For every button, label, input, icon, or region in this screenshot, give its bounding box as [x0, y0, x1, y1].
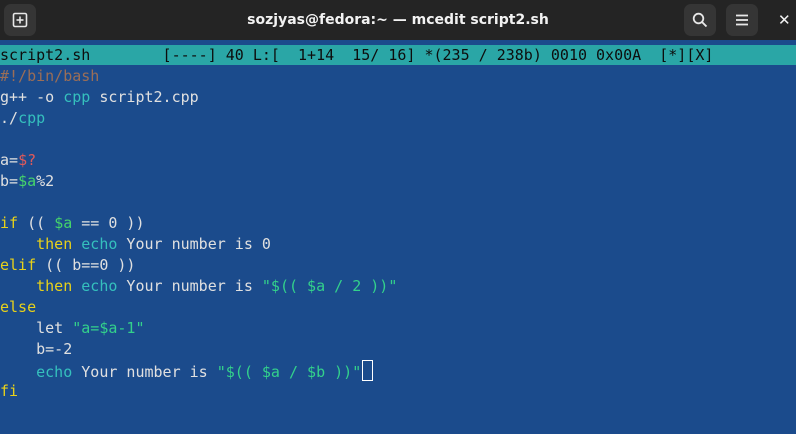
code-token: #!/bin/bash: [0, 67, 100, 85]
code-token: == 0 )): [72, 214, 145, 232]
code-token: b=: [0, 172, 19, 190]
code-token: else: [0, 298, 37, 316]
code-token: $?: [18, 151, 37, 169]
code-token: cpp: [63, 88, 91, 106]
code-token: (( b==0 )): [36, 256, 136, 274]
code-line[interactable]: let "a=$a-1": [0, 318, 796, 339]
search-icon: [692, 12, 708, 28]
code-token: let: [0, 319, 73, 337]
code-line[interactable]: g++ -o cpp script2.cpp: [0, 87, 796, 108]
code-line[interactable]: echo Your number is "$(( $a / $b ))": [0, 360, 796, 381]
code-token: g++ -o: [0, 88, 64, 106]
code-line[interactable]: [0, 129, 796, 150]
window-titlebar: sozjyas@fedora:~ — mcedit script2.sh ✕: [0, 0, 796, 40]
code-line[interactable]: then echo Your number is 0: [0, 234, 796, 255]
code-token: then: [36, 277, 73, 295]
code-line[interactable]: then echo Your number is "$(( $a / 2 ))": [0, 276, 796, 297]
code-line[interactable]: ./cpp: [0, 108, 796, 129]
code-token: Your number is: [72, 363, 217, 381]
code-token: echo: [36, 363, 73, 381]
window-title: sozjyas@fedora:~ — mcedit script2.sh: [247, 12, 549, 28]
code-token: Your number is: [117, 277, 262, 295]
code-line[interactable]: [0, 192, 796, 213]
code-token: Your number is 0: [117, 235, 271, 253]
code-token: ./: [0, 109, 19, 127]
mcedit-status-bar: script2.sh [----] 40 L:[ 1+14 15/ 16] *(…: [0, 45, 796, 65]
code-token: elif: [0, 256, 37, 274]
code-token: $a: [18, 172, 37, 190]
code-token: echo: [81, 235, 118, 253]
code-token: $a: [54, 214, 73, 232]
code-line[interactable]: if (( $a == 0 )): [0, 213, 796, 234]
code-token: if: [0, 214, 19, 232]
text-cursor: [362, 360, 374, 381]
code-token: ((: [18, 214, 55, 232]
menu-button[interactable]: [726, 4, 758, 36]
code-line[interactable]: b=-2: [0, 339, 796, 360]
code-token: fi: [0, 382, 19, 400]
code-token: "$(( $a / $b ))": [216, 363, 362, 381]
code-token: b=-2: [0, 340, 73, 358]
code-token: "a=$a-1": [72, 319, 145, 337]
code-editor-area[interactable]: #!/bin/bash g++ -o cpp script2.cpp ./cpp a=…: [0, 66, 796, 402]
code-line[interactable]: a=$?: [0, 150, 796, 171]
code-line[interactable]: fi: [0, 381, 796, 402]
code-line[interactable]: b=$a%2: [0, 171, 796, 192]
code-token: %2: [36, 172, 55, 190]
code-token: cpp: [18, 109, 46, 127]
code-line[interactable]: #!/bin/bash: [0, 66, 796, 87]
code-token: then: [36, 235, 73, 253]
code-token: echo: [81, 277, 118, 295]
close-window-button[interactable]: ✕: [778, 6, 796, 34]
code-line[interactable]: else: [0, 297, 796, 318]
code-token: "$(( $a / 2 ))": [261, 277, 398, 295]
code-token: a=: [0, 151, 19, 169]
hamburger-menu-icon: [736, 14, 748, 26]
search-button[interactable]: [684, 4, 716, 36]
code-line[interactable]: elif (( b==0 )): [0, 255, 796, 276]
code-token: script2.cpp: [90, 88, 199, 106]
